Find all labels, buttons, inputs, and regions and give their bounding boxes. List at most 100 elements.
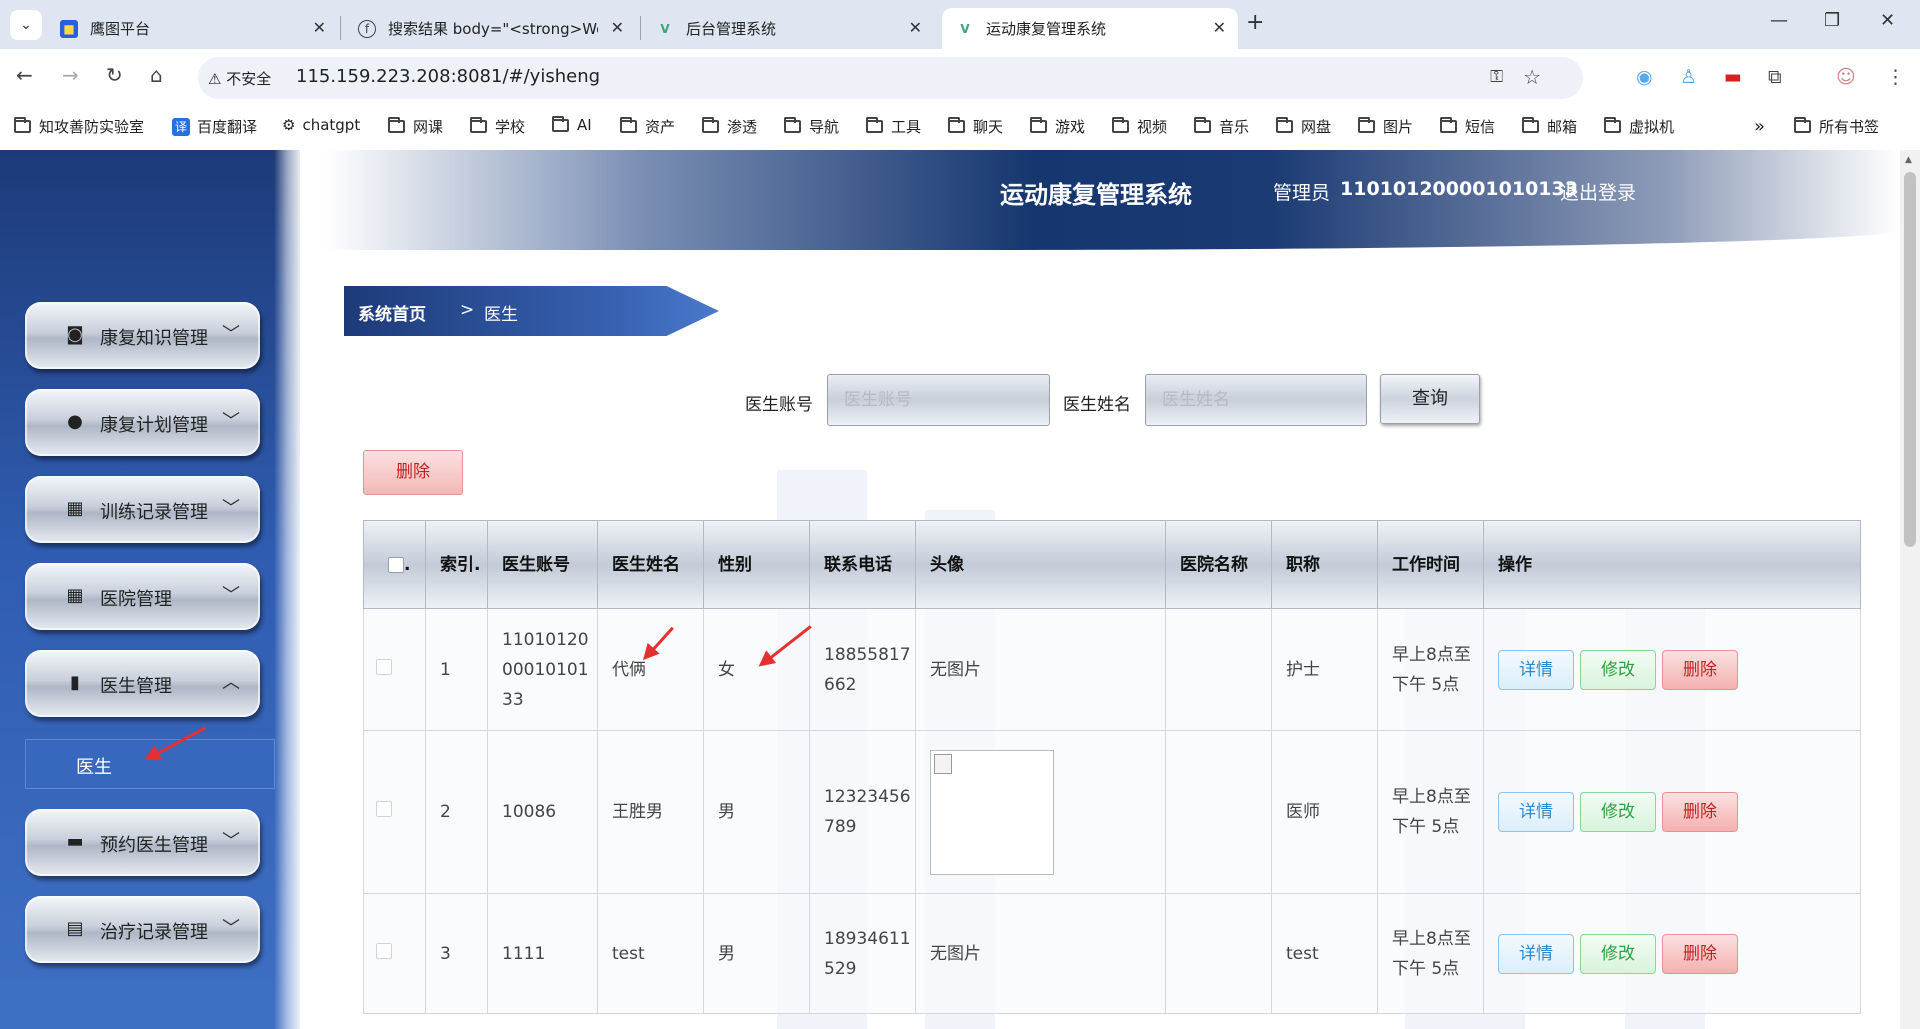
home-icon[interactable]: ⌂ — [150, 63, 163, 87]
detail-button[interactable]: 详情 — [1498, 933, 1574, 974]
folder-icon — [866, 117, 883, 133]
clipboard-icon: ▤ — [66, 918, 84, 939]
bookmark-folder[interactable]: AI — [552, 115, 592, 134]
bookmark-folder[interactable]: 音乐 — [1194, 116, 1249, 137]
browser-tab-2[interactable]: f 搜索结果 body="<strong>We ✕ — [344, 8, 636, 49]
more-bookmarks-chevron-icon[interactable]: » — [1754, 116, 1765, 137]
bookmark-folder[interactable]: 渗透 — [702, 116, 757, 137]
select-all-checkbox[interactable] — [388, 556, 404, 573]
row-select-cell[interactable] — [363, 608, 426, 731]
bookmark-label: 网课 — [413, 118, 444, 136]
row-select-cell[interactable] — [363, 893, 426, 1014]
row-checkbox[interactable] — [376, 942, 392, 959]
forward-arrow-icon[interactable]: → — [62, 63, 79, 87]
tab-search-button[interactable]: ⌄ — [10, 10, 42, 40]
row-checkbox[interactable] — [376, 801, 392, 817]
edit-button[interactable]: 修改 — [1580, 792, 1656, 832]
close-icon[interactable]: ✕ — [1213, 18, 1226, 37]
bookmark-folder[interactable]: 导航 — [784, 116, 839, 137]
close-icon[interactable]: ✕ — [909, 18, 922, 37]
batch-delete-button[interactable]: 删除 — [363, 450, 463, 495]
china-flag-icon[interactable]: ▬ — [1724, 66, 1742, 88]
doctor-account-input[interactable] — [827, 374, 1050, 426]
scroll-up-icon[interactable]: ▲ — [1905, 155, 1912, 165]
minimize-icon[interactable]: — — [1770, 10, 1788, 31]
bookmark-star-icon[interactable]: ☆ — [1523, 65, 1541, 89]
browser-tab-4-active[interactable]: V 运动康复管理系统 ✕ — [942, 8, 1238, 49]
tab-separator — [640, 16, 641, 40]
delete-button[interactable]: 删除 — [1662, 933, 1738, 974]
sidebar-item-doctor-management[interactable]: ▮ 医生管理 ︿ — [25, 650, 260, 717]
scrollbar-thumb[interactable] — [1904, 172, 1916, 547]
select-all-header[interactable]: . — [363, 520, 426, 609]
detail-button[interactable]: 详情 — [1498, 792, 1574, 832]
title-cell: test — [1271, 893, 1378, 1014]
sidebar-item-hospital[interactable]: ▦ 医院管理 ﹀ — [25, 563, 260, 630]
doctor-name-input[interactable] — [1145, 374, 1367, 426]
bookmark-folder[interactable]: 工具 — [866, 116, 921, 137]
row-select-cell[interactable] — [363, 730, 426, 894]
puzzle-extensions-icon[interactable]: ⧉ — [1768, 66, 1782, 88]
logout-link[interactable]: 退出登录 — [1560, 178, 1636, 205]
tab-label: 后台管理系统 — [686, 20, 777, 38]
security-warning[interactable]: ⚠ 不安全 — [208, 68, 271, 89]
folder-icon — [1194, 117, 1211, 133]
folder-icon — [784, 117, 801, 133]
breadcrumb-home[interactable]: 系统首页 — [358, 300, 426, 325]
bookmark-folder[interactable]: 短信 — [1440, 116, 1495, 137]
extension-person-icon[interactable]: ♙ — [1680, 66, 1697, 88]
edit-button[interactable]: 修改 — [1580, 649, 1656, 690]
sidebar-item-training-records[interactable]: ▦ 训练记录管理 ﹀ — [25, 476, 260, 543]
reload-icon[interactable]: ↻ — [106, 63, 123, 87]
close-icon[interactable]: ✕ — [611, 18, 624, 37]
bookmark-folder[interactable]: 图片 — [1358, 116, 1413, 137]
folder-icon — [14, 117, 31, 133]
address-bar[interactable]: ⚠ 不安全 115.159.223.208:8081/#/yisheng ⚿ ☆ — [198, 57, 1583, 99]
bookmark-folder[interactable]: 网课 — [388, 116, 443, 137]
profile-avatar-icon[interactable]: ☺ — [1836, 66, 1856, 88]
page-scrollbar[interactable]: ▲ — [1900, 150, 1920, 1029]
bookmark-folder[interactable]: 邮箱 — [1522, 116, 1577, 137]
more-menu-icon[interactable]: ⋮ — [1886, 66, 1905, 88]
bookmark-link[interactable]: ⚙ chatgpt — [282, 116, 360, 134]
browser-tab-1[interactable]: ■ 鹰图平台 ✕ — [46, 8, 338, 49]
name-cell: 代俩 — [597, 608, 704, 731]
bookmark-folder[interactable]: 游戏 — [1030, 116, 1085, 137]
back-arrow-icon[interactable]: ← — [16, 63, 33, 87]
close-icon[interactable]: ✕ — [313, 18, 326, 37]
warning-triangle-icon: ⚠ — [208, 70, 222, 88]
restore-icon[interactable]: ❐ — [1824, 10, 1840, 31]
sidebar-item-label: 康复计划管理 — [100, 415, 208, 436]
bookmark-folder[interactable]: 聊天 — [948, 116, 1003, 137]
row-checkbox[interactable] — [376, 658, 392, 675]
new-tab-button[interactable]: + — [1246, 10, 1264, 35]
url-text[interactable]: 115.159.223.208:8081/#/yisheng — [296, 66, 600, 87]
bookmark-label: 导航 — [809, 118, 840, 136]
hospital-cell — [1165, 730, 1272, 894]
sidebar: ◙ 康复知识管理 ﹀ ● 康复计划管理 ﹀ ▦ 训练记录管理 ﹀ ▦ 医院管理 … — [0, 150, 300, 1029]
bookmark-folder[interactable]: 网盘 — [1276, 116, 1331, 137]
window-close-icon[interactable]: ✕ — [1880, 10, 1895, 31]
sidebar-item-rehab-plan[interactable]: ● 康复计划管理 ﹀ — [25, 389, 260, 456]
extension-circle-icon[interactable]: ◉ — [1636, 66, 1653, 88]
bookmark-label: 图片 — [1383, 118, 1414, 136]
bookmark-folder[interactable]: 知攻善防实验室 — [14, 116, 144, 137]
sidebar-item-rehab-knowledge[interactable]: ◙ 康复知识管理 ﹀ — [25, 302, 260, 369]
detail-button[interactable]: 详情 — [1498, 649, 1574, 690]
delete-button[interactable]: 删除 — [1662, 792, 1738, 832]
all-bookmarks-folder[interactable]: 所有书签 — [1794, 116, 1879, 137]
bookmark-link[interactable]: 译百度翻译 — [172, 116, 257, 137]
password-key-icon[interactable]: ⚿ — [1490, 67, 1503, 87]
bookmark-folder[interactable]: 视频 — [1112, 116, 1167, 137]
sidebar-item-appointment[interactable]: ▬ 预约医生管理 ﹀ — [25, 809, 260, 876]
delete-button[interactable]: 删除 — [1662, 649, 1738, 690]
edit-button[interactable]: 修改 — [1580, 933, 1656, 974]
sidebar-item-label: 康复知识管理 — [100, 328, 208, 349]
browser-tab-3[interactable]: V 后台管理系统 ✕ — [642, 8, 934, 49]
bookmark-folder[interactable]: 学校 — [470, 116, 525, 137]
browser-tab-bar: ⌄ ■ 鹰图平台 ✕ f 搜索结果 body="<strong>We ✕ V 后… — [0, 0, 1920, 49]
bookmark-folder[interactable]: 资产 — [620, 116, 675, 137]
query-button[interactable]: 查询 — [1380, 374, 1480, 424]
sidebar-item-treatment-records[interactable]: ▤ 治疗记录管理 ﹀ — [25, 896, 260, 963]
bookmark-folder[interactable]: 虚拟机 — [1604, 116, 1674, 137]
